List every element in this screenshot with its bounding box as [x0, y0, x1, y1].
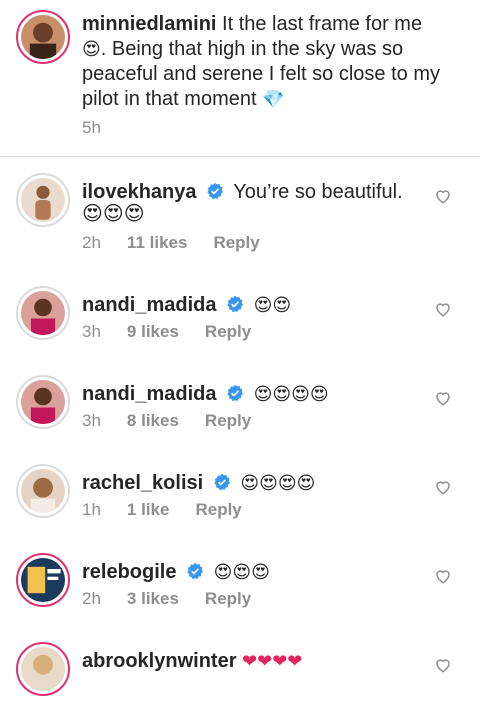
comment-line: nandi_madida 😍😍😍😍: [82, 383, 329, 406]
comment-time: 2h: [82, 233, 101, 252]
comment-username[interactable]: rachel_kolisi: [82, 472, 203, 494]
like-heart-icon[interactable]: [434, 478, 452, 496]
comment-likes[interactable]: 1 like: [127, 500, 170, 519]
avatar[interactable]: [16, 464, 70, 518]
avatar[interactable]: [16, 10, 70, 64]
avatar-photo: [21, 558, 65, 602]
smiling-face-heart-eyes-icon: 😍: [82, 38, 101, 60]
comment-likes[interactable]: 8 likes: [127, 411, 179, 430]
comment-likes[interactable]: 9 likes: [127, 322, 179, 341]
comment-username[interactable]: ilovekhanya: [82, 181, 197, 203]
avatar[interactable]: [16, 286, 70, 340]
comment-likes[interactable]: 3 likes: [127, 589, 179, 608]
verified-badge-icon: [207, 182, 224, 200]
avatar[interactable]: [16, 375, 70, 429]
comment-item: nandi_madida 😍😍 3h 9 likes Reply: [0, 276, 480, 365]
comment-item: abrooklynwinter ❤❤❤❤: [0, 632, 480, 721]
avatar-photo: [21, 647, 65, 691]
like-heart-icon[interactable]: [434, 187, 452, 205]
verified-badge-icon: [187, 562, 204, 580]
comment-username[interactable]: nandi_madida: [82, 294, 216, 316]
comment-item: rachel_kolisi 😍😍😍😍 1h 1 like Reply: [0, 454, 480, 543]
reply-button[interactable]: Reply: [205, 322, 251, 341]
comment-text: You’re so beautiful.: [233, 181, 403, 203]
comment-emojis: 😍😍😍😍: [240, 473, 316, 494]
comment-item: relebogile 😍😍😍 2h 3 likes Reply: [0, 543, 480, 632]
like-heart-icon[interactable]: [434, 389, 452, 407]
reply-button[interactable]: Reply: [195, 500, 241, 519]
avatar[interactable]: [16, 173, 70, 227]
caption-part-2: . Being that high in the sky was so peac…: [82, 37, 440, 110]
verified-badge-icon: [214, 473, 230, 491]
caption-time: 5h: [82, 118, 101, 137]
comment-meta: 3h 8 likes Reply: [82, 411, 277, 431]
comment-time: 1h: [82, 500, 101, 519]
verified-badge-icon: [227, 384, 244, 402]
caption-part-1: It the last frame for me: [216, 13, 423, 35]
avatar[interactable]: [16, 642, 70, 696]
comment-line: rachel_kolisi 😍😍😍😍: [82, 472, 315, 495]
comment-meta: 2h 11 likes Reply: [82, 233, 286, 253]
comment-time: 3h: [82, 411, 101, 430]
comment-username[interactable]: relebogile: [82, 561, 176, 583]
comment-username[interactable]: abrooklynwinter: [82, 650, 236, 672]
avatar[interactable]: [16, 553, 70, 607]
comment-line: relebogile 😍😍😍: [82, 561, 270, 584]
comment-time: 3h: [82, 322, 101, 341]
comment-meta: 2h 3 likes Reply: [82, 589, 277, 609]
comment-item: nandi_madida 😍😍😍😍 3h 8 likes Reply: [0, 365, 480, 454]
post-caption-block: minniedlamini It the last frame for me 😍…: [0, 0, 480, 157]
like-heart-icon[interactable]: [434, 656, 452, 674]
avatar-photo: [21, 291, 65, 335]
avatar-photo: [21, 178, 65, 222]
avatar-photo: [21, 15, 65, 59]
comment-emojis: 😍😍😍: [213, 562, 270, 583]
comment-likes[interactable]: 11 likes: [127, 233, 188, 252]
reply-button[interactable]: Reply: [205, 589, 251, 608]
avatar-photo: [21, 469, 65, 513]
comment-item: ilovekhanya You’re so beautiful. 😍😍😍 2h 1…: [0, 163, 480, 252]
comment-time: 2h: [82, 589, 101, 608]
caption-text: minniedlamini It the last frame for me 😍…: [82, 12, 442, 112]
comment-emojis: 😍😍😍😍: [253, 384, 329, 405]
caption-meta: 5h: [82, 118, 127, 138]
like-heart-icon[interactable]: [434, 567, 452, 585]
comment-emojis: ❤❤❤❤: [242, 651, 303, 672]
reply-button[interactable]: Reply: [213, 233, 259, 252]
gem-stone-icon: 💎: [262, 88, 285, 110]
comment-username[interactable]: nandi_madida: [82, 383, 216, 405]
comment-meta: 3h 9 likes Reply: [82, 322, 277, 342]
comment-line: abrooklynwinter ❤❤❤❤: [82, 650, 302, 673]
comment-line: nandi_madida 😍😍: [82, 294, 291, 317]
caption-username[interactable]: minniedlamini: [82, 13, 216, 35]
reply-button[interactable]: Reply: [205, 411, 251, 430]
comment-meta: 1h 1 like Reply: [82, 500, 268, 520]
verified-badge-icon: [227, 295, 244, 313]
comment-emojis: 😍😍😍: [82, 201, 145, 225]
like-heart-icon[interactable]: [434, 300, 452, 318]
comment-emojis: 😍😍: [253, 295, 292, 316]
avatar-photo: [21, 380, 65, 424]
